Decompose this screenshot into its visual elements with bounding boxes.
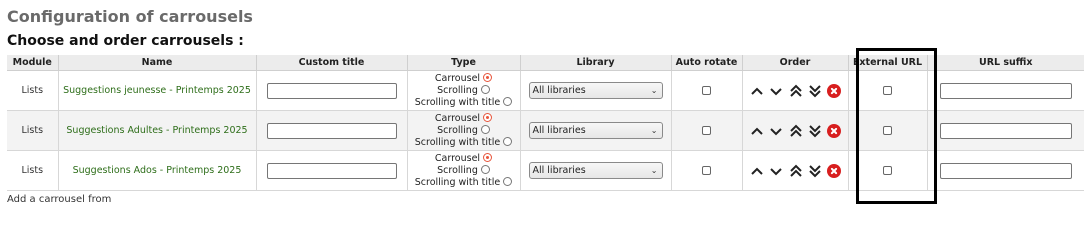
radio-scrolling-with-title[interactable] (503, 96, 513, 106)
table-row: Lists Suggestions Adultes - Printemps 20… (7, 110, 1084, 151)
type-option-scrolling-with-title[interactable]: Scrolling with title (408, 136, 520, 149)
list-name: Suggestions Adultes - Printemps 2025 (57, 110, 256, 151)
chevron-up-icon[interactable] (749, 84, 765, 98)
col-header-module: Module (7, 55, 58, 71)
custom-title-input[interactable] (266, 82, 397, 99)
external-url-checkbox[interactable] (883, 86, 892, 95)
col-header-url-suffix: URL suffix (926, 55, 1084, 71)
delete-icon[interactable] (826, 83, 841, 98)
type-option-scrolling[interactable]: Scrolling (408, 124, 520, 137)
library-select[interactable]: All libraries ⌄ (528, 82, 663, 99)
url-suffix-input[interactable] (939, 82, 1072, 99)
type-option-scrolling-with-title[interactable]: Scrolling with title (408, 176, 520, 189)
type-option-carrousel[interactable]: Carrousel (408, 112, 520, 125)
type-option-scrolling[interactable]: Scrolling (408, 84, 520, 97)
table-row: Lists Suggestions Ados - Printemps 2025 … (7, 150, 1084, 191)
type-option-scrolling[interactable]: Scrolling (408, 164, 520, 177)
col-header-order: Order (741, 55, 848, 71)
chevron-down-icon[interactable] (768, 124, 784, 138)
double-chevron-down-icon[interactable] (807, 124, 823, 138)
radio-scrolling[interactable] (480, 124, 490, 134)
order-controls (741, 150, 848, 191)
url-suffix-input[interactable] (939, 162, 1072, 179)
module-cell: Lists (7, 70, 58, 111)
custom-title-input[interactable] (266, 162, 397, 179)
section-title: Choose and order carrousels : (7, 33, 244, 49)
library-select[interactable]: All libraries ⌄ (528, 122, 663, 139)
type-option-scrolling-with-title[interactable]: Scrolling with title (408, 96, 520, 109)
order-controls (741, 70, 848, 111)
table-row: Lists Suggestions jeunesse - Printemps 2… (7, 70, 1084, 111)
table-header-row: Module Name Custom title Type Library Au… (7, 55, 1084, 71)
library-select[interactable]: All libraries ⌄ (528, 162, 663, 179)
auto-rotate-checkbox[interactable] (702, 86, 711, 95)
type-radio-group: Carrousel Scrolling Scrolling with title (406, 70, 520, 111)
double-chevron-up-icon[interactable] (788, 124, 804, 138)
col-header-auto-rotate: Auto rotate (670, 55, 742, 71)
double-chevron-down-icon[interactable] (807, 164, 823, 178)
double-chevron-up-icon[interactable] (788, 84, 804, 98)
module-cell: Lists (7, 110, 58, 151)
col-header-custom-title: Custom title (255, 55, 407, 71)
type-option-carrousel[interactable]: Carrousel (408, 72, 520, 85)
auto-rotate-checkbox[interactable] (702, 166, 711, 175)
external-url-checkbox[interactable] (883, 126, 892, 135)
chevron-down-icon: ⌄ (650, 86, 658, 95)
radio-carrousel[interactable] (483, 72, 493, 82)
delete-icon[interactable] (826, 163, 841, 178)
double-chevron-up-icon[interactable] (788, 164, 804, 178)
col-header-library: Library (519, 55, 671, 71)
chevron-down-icon: ⌄ (650, 166, 658, 175)
external-url-checkbox[interactable] (883, 166, 892, 175)
col-header-name: Name (57, 55, 256, 71)
radio-scrolling-with-title[interactable] (503, 136, 513, 146)
add-carrousel-link[interactable]: Add a carrousel from (7, 194, 111, 205)
chevron-up-icon[interactable] (749, 124, 765, 138)
custom-title-input[interactable] (266, 122, 397, 139)
radio-carrousel[interactable] (483, 152, 493, 162)
double-chevron-down-icon[interactable] (807, 84, 823, 98)
type-option-carrousel[interactable]: Carrousel (408, 152, 520, 165)
order-controls (741, 110, 848, 151)
page-title: Configuration of carrousels (7, 7, 253, 26)
chevron-up-icon[interactable] (749, 164, 765, 178)
module-cell: Lists (7, 150, 58, 191)
radio-carrousel[interactable] (483, 112, 493, 122)
type-radio-group: Carrousel Scrolling Scrolling with title (406, 150, 520, 191)
auto-rotate-checkbox[interactable] (702, 126, 711, 135)
radio-scrolling-with-title[interactable] (503, 176, 513, 186)
chevron-down-icon[interactable] (768, 164, 784, 178)
col-header-external-url: External URL (847, 55, 927, 71)
type-radio-group: Carrousel Scrolling Scrolling with title (406, 110, 520, 151)
chevron-down-icon[interactable] (768, 84, 784, 98)
url-suffix-input[interactable] (939, 122, 1072, 139)
col-header-type: Type (406, 55, 520, 71)
chevron-down-icon: ⌄ (650, 126, 658, 135)
radio-scrolling[interactable] (480, 164, 490, 174)
list-name: Suggestions Ados - Printemps 2025 (57, 150, 256, 191)
delete-icon[interactable] (826, 123, 841, 138)
list-name: Suggestions jeunesse - Printemps 2025 (57, 70, 256, 111)
radio-scrolling[interactable] (480, 84, 490, 94)
carrousels-table: Module Name Custom title Type Library Au… (7, 55, 1084, 191)
